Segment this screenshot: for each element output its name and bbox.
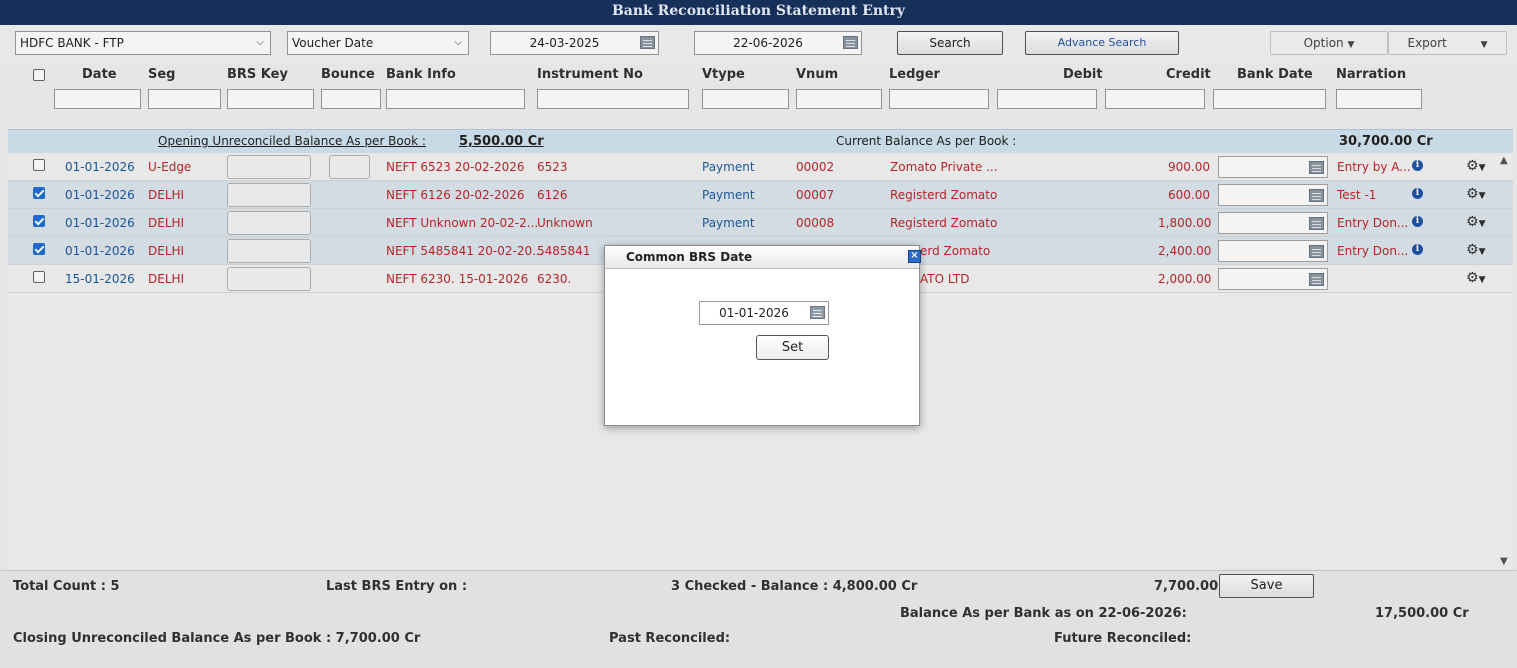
page-title: Bank Reconciliation Statement Entry [0,0,1517,25]
brs-date-input[interactable]: 01-01-2026 [699,301,829,325]
close-icon[interactable]: × [908,250,921,263]
brs-date-value: 01-01-2026 [719,306,789,320]
dialog-header: Common BRS Date [605,246,919,269]
common-brs-date-dialog: Common BRS Date × 01-01-2026 Set [604,245,921,426]
calendar-icon[interactable] [810,306,825,319]
dialog-title: Common BRS Date [626,250,753,264]
set-button[interactable]: Set [756,335,829,360]
